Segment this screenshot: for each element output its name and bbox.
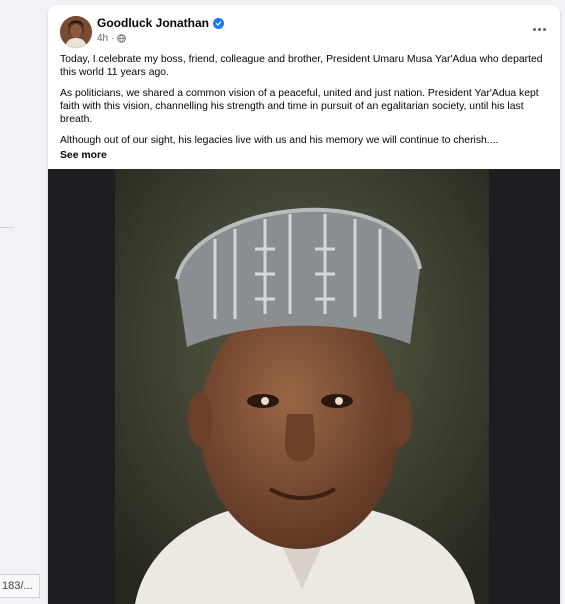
post-paragraph-3: Although out of our sight, his legacies … bbox=[60, 135, 499, 146]
left-column-divider bbox=[0, 227, 14, 228]
post-card: Goodluck Jonathan 4h · Today, I celebrat… bbox=[48, 5, 560, 604]
post-photo[interactable] bbox=[115, 169, 489, 604]
verified-badge-icon bbox=[213, 17, 225, 29]
post-header: Goodluck Jonathan 4h · bbox=[48, 5, 560, 53]
author-name[interactable]: Goodluck Jonathan bbox=[97, 16, 209, 30]
globe-icon bbox=[117, 34, 127, 43]
post-text: Today, I celebrate my boss, friend, coll… bbox=[48, 53, 560, 162]
see-more-link[interactable]: See more bbox=[60, 149, 548, 162]
post-timestamp[interactable]: 4h bbox=[97, 33, 108, 44]
author-avatar[interactable] bbox=[60, 16, 92, 48]
post-paragraph-1: Today, I celebrate my boss, friend, coll… bbox=[60, 54, 543, 78]
post-photo-frame[interactable] bbox=[48, 169, 560, 604]
status-bar-url: 183/... bbox=[0, 574, 40, 598]
post-meta: 4h · bbox=[97, 33, 127, 44]
post-paragraph-2: As politicians, we shared a common visio… bbox=[60, 88, 539, 125]
author-name-row: Goodluck Jonathan bbox=[97, 16, 225, 30]
meta-separator: · bbox=[111, 33, 115, 44]
more-options-icon[interactable] bbox=[528, 20, 550, 38]
